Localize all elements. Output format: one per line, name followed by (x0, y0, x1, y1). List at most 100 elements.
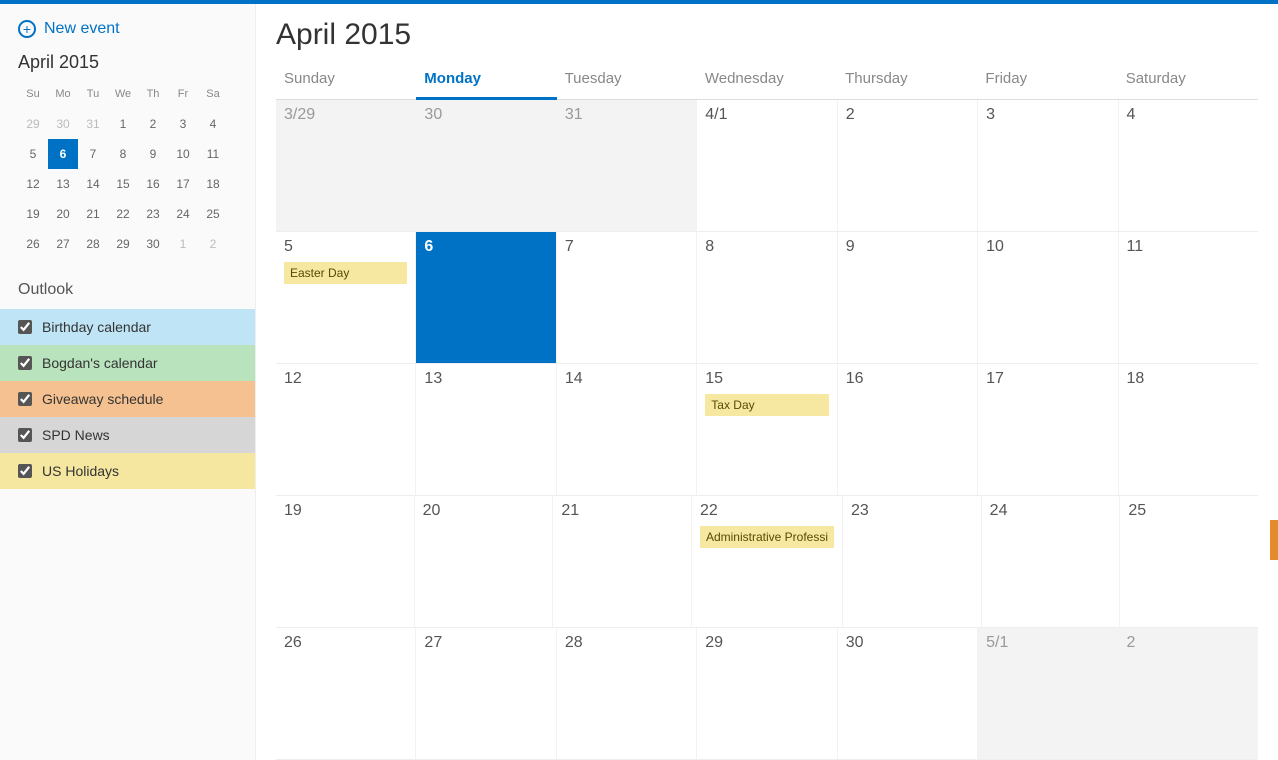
dow-header[interactable]: Saturday (1118, 62, 1258, 99)
day-cell[interactable]: 28 (557, 628, 697, 759)
side-tab-handle[interactable] (1270, 520, 1278, 560)
mini-day[interactable]: 9 (138, 139, 168, 169)
week-row: 19202122Administrative Professi232425 (276, 496, 1258, 628)
day-cell[interactable]: 9 (838, 232, 978, 363)
day-cell[interactable]: 12 (276, 364, 416, 495)
mini-day[interactable]: 17 (168, 169, 198, 199)
day-cell[interactable]: 4/1 (697, 100, 837, 231)
dow-header[interactable]: Sunday (276, 62, 416, 99)
day-cell[interactable]: 27 (416, 628, 556, 759)
mini-day[interactable]: 25 (198, 199, 228, 229)
mini-day[interactable]: 23 (138, 199, 168, 229)
mini-day[interactable]: 18 (198, 169, 228, 199)
day-cell[interactable]: 18 (1119, 364, 1258, 495)
day-number: 30 (424, 106, 547, 124)
mini-day[interactable]: 12 (18, 169, 48, 199)
day-cell[interactable]: 3/29 (276, 100, 416, 231)
day-cell[interactable]: 30 (416, 100, 556, 231)
day-cell[interactable]: 10 (978, 232, 1118, 363)
day-cell[interactable]: 25 (1120, 496, 1258, 627)
day-cell[interactable]: 8 (697, 232, 837, 363)
mini-day[interactable]: 14 (78, 169, 108, 199)
mini-day[interactable]: 28 (78, 229, 108, 259)
mini-day[interactable]: 3 (168, 109, 198, 139)
day-cell[interactable]: 16 (838, 364, 978, 495)
day-cell[interactable]: 11 (1119, 232, 1258, 363)
mini-day[interactable]: 19 (18, 199, 48, 229)
dow-header[interactable]: Wednesday (697, 62, 837, 99)
mini-day[interactable]: 31 (78, 109, 108, 139)
mini-day[interactable]: 22 (108, 199, 138, 229)
calendar-checkbox[interactable] (18, 428, 32, 442)
day-cell[interactable]: 7 (557, 232, 697, 363)
day-cell[interactable]: 26 (276, 628, 416, 759)
mini-day[interactable]: 6 (48, 139, 78, 169)
day-cell[interactable]: 24 (982, 496, 1121, 627)
day-cell[interactable]: 5/1 (978, 628, 1118, 759)
day-cell[interactable]: 21 (553, 496, 692, 627)
calendar-item[interactable]: Giveaway schedule (0, 381, 255, 417)
calendar-checkbox[interactable] (18, 356, 32, 370)
month-grid: 3/2930314/12345Easter Day678910111213141… (276, 100, 1258, 760)
mini-day[interactable]: 1 (108, 109, 138, 139)
mini-day[interactable]: 5 (18, 139, 48, 169)
day-cell[interactable]: 19 (276, 496, 415, 627)
day-cell[interactable]: 2 (838, 100, 978, 231)
day-cell[interactable]: 13 (416, 364, 556, 495)
calendar-checkbox[interactable] (18, 464, 32, 478)
calendar-label: Giveaway schedule (42, 391, 163, 407)
day-cell[interactable]: 31 (557, 100, 697, 231)
mini-day[interactable]: 20 (48, 199, 78, 229)
calendar-item[interactable]: US Holidays (0, 453, 255, 489)
day-cell[interactable]: 5Easter Day (276, 232, 416, 363)
day-number: 4/1 (705, 106, 828, 124)
new-event-button[interactable]: + New event (0, 16, 255, 52)
day-cell[interactable]: 2 (1119, 628, 1258, 759)
calendar-checkbox[interactable] (18, 392, 32, 406)
mini-day[interactable]: 7 (78, 139, 108, 169)
dow-header[interactable]: Monday (416, 62, 556, 100)
day-cell[interactable]: 15Tax Day (697, 364, 837, 495)
mini-day[interactable]: 1 (168, 229, 198, 259)
mini-day[interactable]: 2 (138, 109, 168, 139)
mini-day[interactable]: 21 (78, 199, 108, 229)
mini-day[interactable]: 11 (198, 139, 228, 169)
mini-day[interactable]: 29 (18, 109, 48, 139)
mini-day[interactable]: 27 (48, 229, 78, 259)
calendar-item[interactable]: Bogdan's calendar (0, 345, 255, 381)
mini-day[interactable]: 4 (198, 109, 228, 139)
mini-dow-label: Su (18, 79, 48, 109)
day-cell[interactable]: 23 (843, 496, 982, 627)
mini-day[interactable]: 29 (108, 229, 138, 259)
day-cell[interactable]: 17 (978, 364, 1118, 495)
day-cell[interactable]: 3 (978, 100, 1118, 231)
mini-dow-label: Fr (168, 79, 198, 109)
day-cell[interactable]: 30 (838, 628, 978, 759)
event-chip[interactable]: Administrative Professi (700, 526, 834, 548)
mini-day[interactable]: 26 (18, 229, 48, 259)
event-chip[interactable]: Easter Day (284, 262, 407, 284)
day-cell[interactable]: 20 (415, 496, 554, 627)
calendar-item[interactable]: Birthday calendar (0, 309, 255, 345)
mini-day[interactable]: 30 (138, 229, 168, 259)
mini-day[interactable]: 10 (168, 139, 198, 169)
day-cell[interactable]: 6 (416, 232, 556, 363)
calendar-checkbox[interactable] (18, 320, 32, 334)
day-cell[interactable]: 29 (697, 628, 837, 759)
dow-header[interactable]: Friday (977, 62, 1117, 99)
day-cell[interactable]: 22Administrative Professi (692, 496, 843, 627)
day-cell[interactable]: 4 (1119, 100, 1258, 231)
mini-day[interactable]: 8 (108, 139, 138, 169)
day-number: 9 (846, 238, 969, 256)
mini-day[interactable]: 13 (48, 169, 78, 199)
mini-day[interactable]: 2 (198, 229, 228, 259)
calendar-item[interactable]: SPD News (0, 417, 255, 453)
mini-day[interactable]: 15 (108, 169, 138, 199)
dow-header[interactable]: Thursday (837, 62, 977, 99)
mini-day[interactable]: 16 (138, 169, 168, 199)
dow-header[interactable]: Tuesday (557, 62, 697, 99)
mini-day[interactable]: 24 (168, 199, 198, 229)
event-chip[interactable]: Tax Day (705, 394, 828, 416)
day-cell[interactable]: 14 (557, 364, 697, 495)
mini-day[interactable]: 30 (48, 109, 78, 139)
